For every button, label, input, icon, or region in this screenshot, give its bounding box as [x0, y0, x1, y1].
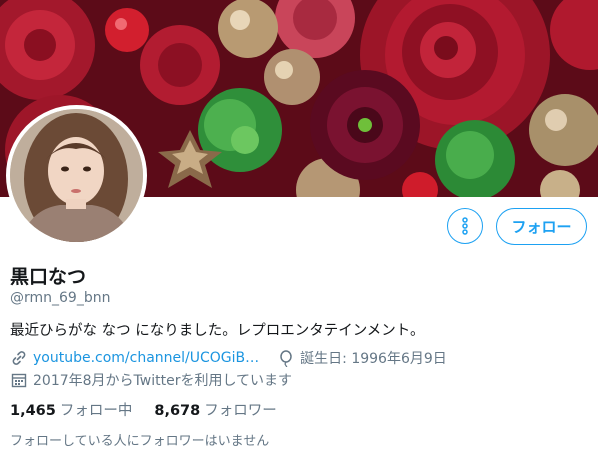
followers-stat[interactable]: 8,678 フォロワー — [154, 399, 276, 420]
website-link[interactable]: youtube.com/channel/UCOGiB… — [33, 350, 259, 366]
display-name: 黒口なつ — [10, 266, 87, 288]
profile-meta-row: youtube.com/channel/UCOGiB… 誕生日: 1996年6月… — [10, 348, 447, 368]
user-handle: @rmn_69_bnn — [10, 290, 111, 306]
calendar-icon — [10, 371, 28, 389]
known-followers-text: フォローしている人にフォロワーはいません — [10, 434, 270, 449]
following-count: 1,465 — [10, 403, 56, 419]
profile-joined-row: 2017年8月からTwitterを利用しています — [10, 370, 292, 390]
birthday-text: 誕生日: 1996年6月9日 — [300, 351, 447, 367]
follow-button-label: フォロー — [511, 218, 572, 236]
profile-avatar[interactable] — [6, 105, 147, 246]
joined-text: 2017年8月からTwitterを利用しています — [33, 373, 293, 389]
followers-count: 8,678 — [154, 403, 201, 419]
following-stat[interactable]: 1,465 フォロー中 — [10, 399, 132, 420]
balloon-icon — [277, 349, 295, 367]
profile-stats: 1,465 フォロー中 8,678 フォロワー — [10, 399, 299, 420]
link-icon — [10, 349, 28, 367]
more-options-button[interactable] — [447, 208, 483, 244]
follow-button[interactable]: フォロー — [496, 208, 587, 245]
profile-bio: 最近ひらがな なつ になりました。レプロエンタテインメント。 — [10, 323, 425, 339]
following-label: フォロー中 — [59, 403, 133, 419]
followers-label: フォロワー — [204, 403, 277, 419]
more-vertical-icon — [462, 217, 468, 235]
